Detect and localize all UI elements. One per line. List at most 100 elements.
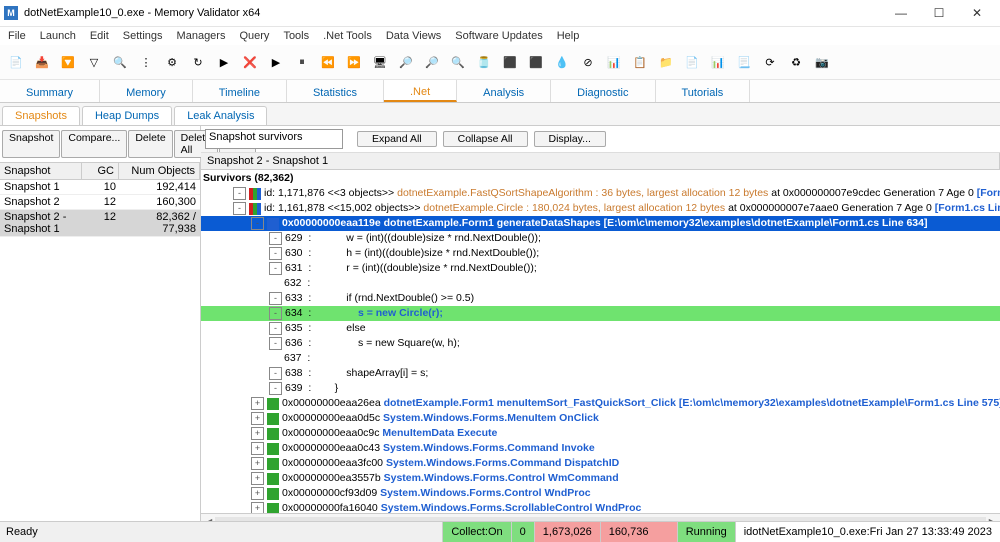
menu-nettools[interactable]: .Net Tools [317, 29, 378, 43]
expand-icon[interactable]: - [233, 187, 246, 200]
tree-node[interactable]: -id: 1,161,878 <<15,002 objects>> dotnet… [201, 201, 1000, 216]
toolbar-btn-12[interactable]: ⏪ [316, 50, 340, 74]
expand-icon[interactable]: - [269, 292, 282, 305]
tab-analysis[interactable]: Analysis [457, 80, 551, 102]
minimize-button[interactable]: — [882, 1, 920, 25]
btn-display[interactable]: Display... [534, 131, 606, 147]
menu-edit[interactable]: Edit [84, 29, 115, 43]
menu-softwareupdates[interactable]: Software Updates [449, 29, 548, 43]
expand-icon[interactable]: - [269, 232, 282, 245]
tree-node[interactable]: -0x00000000eaa119e dotnetExample.Form1 g… [201, 216, 1000, 231]
expand-icon[interactable]: - [269, 262, 282, 275]
expand-icon[interactable]: + [251, 487, 264, 500]
expand-icon[interactable]: - [269, 337, 282, 350]
col-gc[interactable]: GC [82, 163, 119, 179]
expand-icon[interactable]: - [251, 217, 264, 230]
toolbar-btn-11[interactable]: ⏸ [290, 50, 314, 74]
close-button[interactable]: ✕ [958, 1, 996, 25]
tree-node[interactable]: -636 : s = new Square(w, h); [201, 336, 1000, 351]
toolbar-btn-23[interactable]: 📊 [602, 50, 626, 74]
expand-icon[interactable]: - [269, 322, 282, 335]
toolbar-btn-21[interactable]: 💧 [550, 50, 574, 74]
toolbar-btn-10[interactable]: ▶ [264, 50, 288, 74]
tree-node[interactable]: +0x00000000eaa0c43 System.Windows.Forms.… [201, 441, 1000, 456]
expand-icon[interactable]: - [269, 367, 282, 380]
expand-icon[interactable]: + [251, 472, 264, 485]
tree-node[interactable]: +0x00000000eaa3fc00 System.Windows.Forms… [201, 456, 1000, 471]
expand-icon[interactable]: - [269, 382, 282, 395]
tree-node[interactable]: +0x00000000eaa0c9c MenuItemData Execute [201, 426, 1000, 441]
menu-query[interactable]: Query [233, 29, 275, 43]
tab-tutorials[interactable]: Tutorials [656, 80, 751, 102]
subtab-heapdumps[interactable]: Heap Dumps [82, 106, 172, 125]
tree-node[interactable]: -633 : if (rnd.NextDouble() >= 0.5) [201, 291, 1000, 306]
left-btn-snapshot[interactable]: Snapshot [2, 130, 60, 158]
toolbar-btn-6[interactable]: ⚙ [160, 50, 184, 74]
tree-node[interactable]: +0x00000000cf93d09 System.Windows.Forms.… [201, 486, 1000, 501]
tree-node[interactable]: -639 : } [201, 381, 1000, 396]
toolbar-btn-16[interactable]: 🔎 [420, 50, 444, 74]
expand-icon[interactable]: + [251, 457, 264, 470]
menu-managers[interactable]: Managers [171, 29, 232, 43]
toolbar-btn-3[interactable]: ▽ [82, 50, 106, 74]
tab-memory[interactable]: Memory [100, 80, 193, 102]
toolbar-btn-13[interactable]: ⏩ [342, 50, 366, 74]
toolbar-btn-29[interactable]: ⟳ [758, 50, 782, 74]
tab-timeline[interactable]: Timeline [193, 80, 287, 102]
toolbar-btn-26[interactable]: 📄 [680, 50, 704, 74]
subtab-leakanalysis[interactable]: Leak Analysis [174, 106, 267, 125]
survivors-tree[interactable]: Survivors (82,362) -id: 1,171,876 <<3 ob… [201, 170, 1000, 513]
toolbar-btn-2[interactable]: 🔽 [56, 50, 80, 74]
menu-tools[interactable]: Tools [277, 29, 315, 43]
tab-summary[interactable]: Summary [0, 80, 100, 102]
tree-node[interactable]: -638 : shapeArray[i] = s; [201, 366, 1000, 381]
tree-node[interactable]: 632 : [201, 276, 1000, 291]
menu-file[interactable]: File [2, 29, 32, 43]
tree-node[interactable]: +0x00000000fa16040 System.Windows.Forms.… [201, 501, 1000, 513]
expand-icon[interactable]: - [233, 202, 246, 215]
expand-icon[interactable]: + [251, 502, 264, 513]
toolbar-btn-1[interactable]: 📥 [30, 50, 54, 74]
tree-node[interactable]: +0x00000000eaa0d5c System.Windows.Forms.… [201, 411, 1000, 426]
tree-node[interactable]: -634 : s = new Circle(r); [201, 306, 1000, 321]
toolbar-btn-30[interactable]: ♻ [784, 50, 808, 74]
tab-statistics[interactable]: Statistics [287, 80, 384, 102]
toolbar-btn-20[interactable]: ⬛ [524, 50, 548, 74]
toolbar-btn-9[interactable]: ❌ [238, 50, 262, 74]
left-btn-delete[interactable]: Delete [128, 130, 172, 158]
table-row[interactable]: Snapshot 2 - Snapshot 11282,362 / 77,938 [0, 210, 200, 237]
toolbar-btn-24[interactable]: 📋 [628, 50, 652, 74]
menu-help[interactable]: Help [551, 29, 586, 43]
toolbar-btn-28[interactable]: 📃 [732, 50, 756, 74]
tree-node[interactable]: -631 : r = (int)((double)size * rnd.Next… [201, 261, 1000, 276]
menu-launch[interactable]: Launch [34, 29, 82, 43]
toolbar-btn-17[interactable]: 🔍 [446, 50, 470, 74]
expand-icon[interactable]: - [269, 247, 282, 260]
expand-icon[interactable]: + [251, 397, 264, 410]
toolbar-btn-19[interactable]: ⬛ [498, 50, 522, 74]
toolbar-btn-8[interactable]: ▶ [212, 50, 236, 74]
tree-node[interactable]: +0x00000000ea3557b System.Windows.Forms.… [201, 471, 1000, 486]
toolbar-btn-0[interactable]: 📄 [4, 50, 28, 74]
toolbar-btn-5[interactable]: ⋮ [134, 50, 158, 74]
toolbar-btn-31[interactable]: 📷 [810, 50, 834, 74]
expand-icon[interactable]: + [251, 412, 264, 425]
tree-node[interactable]: -630 : h = (int)((double)size * rnd.Next… [201, 246, 1000, 261]
toolbar-btn-25[interactable]: 📁 [654, 50, 678, 74]
tree-node[interactable]: -635 : else [201, 321, 1000, 336]
col-numobjects[interactable]: Num Objects [119, 163, 200, 179]
col-snapshot[interactable]: Snapshot [0, 163, 82, 179]
tree-node[interactable]: -id: 1,171,876 <<3 objects>> dotnetExamp… [201, 186, 1000, 201]
maximize-button[interactable]: ☐ [920, 1, 958, 25]
btn-collapseall[interactable]: Collapse All [443, 131, 528, 147]
toolbar-btn-18[interactable]: 🫙 [472, 50, 496, 74]
left-btn-compare[interactable]: Compare... [61, 130, 127, 158]
expand-icon[interactable]: - [269, 307, 282, 320]
tab-net[interactable]: .Net [384, 80, 457, 102]
filter-combo[interactable]: Snapshot survivors [205, 129, 343, 149]
toolbar-btn-7[interactable]: ↻ [186, 50, 210, 74]
toolbar-btn-14[interactable]: 🖥 [368, 50, 392, 74]
table-row[interactable]: Snapshot 212160,300 [0, 195, 200, 210]
btn-expandall[interactable]: Expand All [357, 131, 437, 147]
menu-dataviews[interactable]: Data Views [380, 29, 447, 43]
